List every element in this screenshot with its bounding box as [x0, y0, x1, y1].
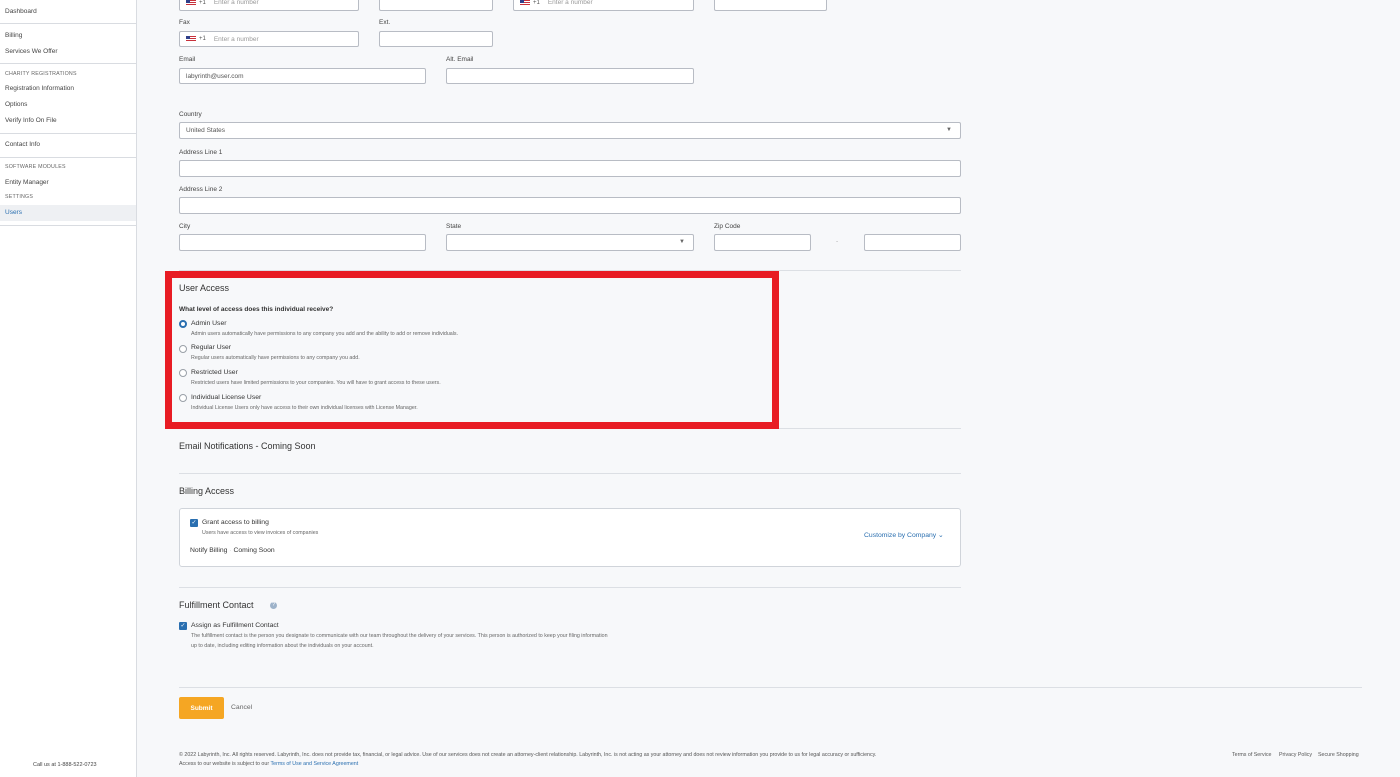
regular-user-radio[interactable] — [179, 345, 187, 353]
regular-user-desc: Regular users automatically have permiss… — [191, 355, 360, 361]
ext-label: Ext. — [379, 19, 391, 26]
fax-label: Fax — [179, 19, 190, 26]
address-line-1-label: Address Line 1 — [179, 149, 223, 156]
sidebar-item-billing[interactable]: Billing — [5, 32, 22, 39]
alt-email-field[interactable] — [446, 68, 694, 84]
mobile-ext-input[interactable] — [714, 0, 827, 11]
admin-user-radio[interactable] — [179, 320, 187, 328]
sidebar-item-dashboard[interactable]: Dashboard — [5, 8, 37, 15]
restricted-user-desc: Restricted users have limited permission… — [191, 380, 441, 386]
footer-disclaimer: © 2022 Labyrinth, Inc. All rights reserv… — [179, 752, 877, 758]
mobile-phone-input[interactable]: +1 Enter a number — [513, 0, 694, 11]
ext-input[interactable] — [379, 0, 493, 11]
grant-billing-desc: Users have access to view invoices of co… — [202, 530, 319, 536]
chevron-down-icon: ▼ — [946, 127, 952, 133]
billing-access-title: Billing Access — [179, 486, 235, 496]
footer-privacy-policy-link[interactable]: Privacy Policy — [1279, 752, 1312, 758]
fax-placeholder: Enter a number — [213, 35, 259, 43]
country-code: +1 — [533, 0, 540, 6]
city-input[interactable] — [179, 234, 426, 251]
fax-input[interactable]: +1 Enter a number — [179, 31, 359, 47]
us-flag-icon — [186, 0, 196, 6]
access-question: What level of access does this individua… — [179, 306, 334, 313]
zip-label: Zip Code — [714, 223, 741, 230]
customize-by-company-link[interactable]: Customize by Company ⌄ — [864, 531, 944, 539]
cancel-button[interactable]: Cancel — [231, 704, 252, 711]
address-line-2-label: Address Line 2 — [179, 186, 223, 193]
state-select[interactable]: ▼ — [446, 234, 694, 251]
section-divider — [179, 587, 961, 588]
country-value: United States — [186, 127, 226, 134]
sidebar-item-verify-info[interactable]: Verify Info On File — [5, 117, 57, 124]
billing-access-card — [179, 508, 961, 567]
sidebar-divider — [0, 157, 136, 158]
sidebar-divider — [0, 23, 136, 24]
country-label: Country — [179, 111, 202, 118]
section-divider — [779, 428, 961, 429]
grant-billing-label[interactable]: Grant access to billing — [202, 519, 269, 526]
sidebar-item-services[interactable]: Services We Offer — [5, 48, 58, 55]
sidebar-heading-settings: SETTINGS — [5, 194, 34, 200]
phone-placeholder: Enter a number — [213, 0, 259, 6]
terms-of-use-link[interactable]: Terms of Use and Service Agreement — [270, 761, 358, 767]
fulfillment-desc-line-2: up to date, including editing informatio… — [191, 643, 374, 649]
state-label: State — [446, 223, 462, 230]
country-select[interactable]: United States ▼ — [179, 122, 961, 139]
zip-separator: - — [836, 238, 839, 245]
address-line-2-input[interactable] — [179, 197, 961, 214]
email-field[interactable]: labyrinth@user.com — [179, 68, 426, 84]
fulfillment-contact-title: Fulfillment Contact — [179, 600, 254, 610]
restricted-user-radio[interactable] — [179, 369, 187, 377]
email-value: labyrinth@user.com — [186, 72, 244, 80]
admin-user-desc: Admin users automatically have permissio… — [191, 331, 459, 337]
phone-input[interactable]: +1 Enter a number — [179, 0, 359, 11]
individual-license-user-label[interactable]: Individual License User — [191, 394, 261, 401]
fulfillment-contact-checkbox[interactable]: ✓ — [179, 622, 187, 630]
fulfillment-desc-line-1: The fulfillment contact is the person yo… — [191, 633, 608, 639]
regular-user-label[interactable]: Regular User — [191, 344, 231, 351]
sidebar-heading-charity: CHARITY REGISTRATIONS — [5, 71, 77, 77]
footer-terms-line: Access to our website is subject to our … — [179, 761, 359, 767]
sidebar-item-users[interactable]: Users — [5, 209, 22, 216]
us-flag-icon — [520, 0, 530, 6]
alt-email-label: Alt. Email — [446, 56, 474, 63]
admin-user-label[interactable]: Admin User — [191, 320, 227, 327]
zip-code-input[interactable] — [714, 234, 811, 251]
footer-terms-of-service-link[interactable]: Terms of Service — [1232, 752, 1271, 758]
sidebar-item-entity-manager[interactable]: Entity Manager — [5, 179, 49, 186]
zip-extension-input[interactable] — [864, 234, 961, 251]
fulfillment-contact-label[interactable]: Assign as Fulfillment Contact — [191, 622, 279, 629]
call-us-text: Call us at 1-888-522-0723 — [33, 762, 97, 768]
individual-license-user-desc: Individual License Users only have acces… — [191, 405, 418, 411]
section-divider — [179, 687, 1362, 688]
city-label: City — [179, 223, 191, 230]
chevron-down-icon: ⌄ — [938, 532, 944, 539]
sidebar-divider — [0, 225, 136, 226]
sidebar-item-contact-info[interactable]: Contact Info — [5, 141, 40, 148]
notify-billing-label: Notify Billing · Coming Soon — [190, 547, 275, 554]
address-line-1-input[interactable] — [179, 160, 961, 177]
restricted-user-label[interactable]: Restricted User — [191, 369, 238, 376]
fax-ext-input[interactable] — [379, 31, 493, 47]
sidebar-item-options[interactable]: Options — [5, 101, 27, 108]
sidebar-divider — [0, 63, 136, 64]
submit-button[interactable]: Submit — [179, 697, 224, 719]
email-label: Email — [179, 56, 196, 63]
country-code: +1 — [199, 0, 206, 6]
footer-secure-shopping-link[interactable]: Secure Shopping — [1318, 752, 1359, 758]
help-icon[interactable]: ? — [270, 602, 277, 609]
email-notifications-title: Email Notifications - Coming Soon — [179, 441, 316, 451]
user-access-title: User Access — [179, 283, 230, 293]
sidebar-item-registration-information[interactable]: Registration Information — [5, 85, 74, 92]
chevron-down-icon: ▼ — [679, 239, 685, 245]
sidebar-heading-software: SOFTWARE MODULES — [5, 164, 66, 170]
sidebar: Dashboard Billing Services We Offer CHAR… — [0, 0, 137, 777]
phone-placeholder: Enter a number — [547, 0, 593, 6]
section-divider — [179, 473, 961, 474]
sidebar-divider — [0, 133, 136, 134]
grant-billing-checkbox[interactable]: ✓ — [190, 519, 198, 527]
country-code: +1 — [199, 36, 206, 42]
us-flag-icon — [186, 36, 196, 42]
individual-license-user-radio[interactable] — [179, 394, 187, 402]
